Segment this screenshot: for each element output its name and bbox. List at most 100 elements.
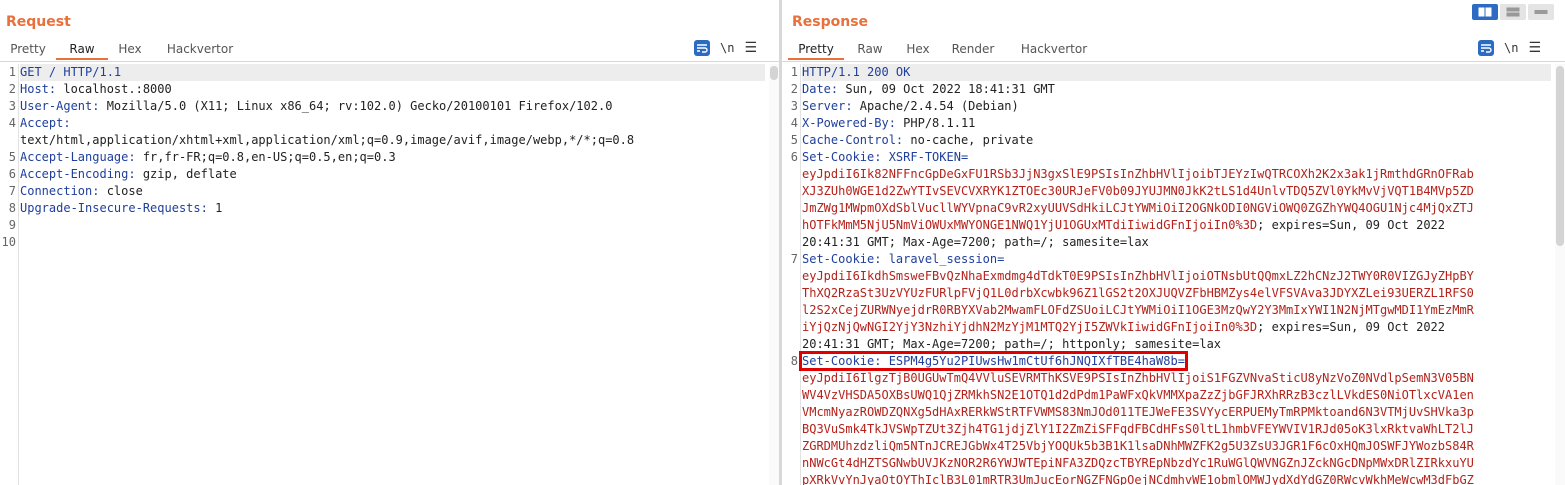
- request-lines: 1 GET / HTTP/1.1 2 Host: localhost.:8000 3 Us…: [2, 64, 765, 251]
- response-scrollbar[interactable]: [1555, 64, 1565, 485]
- code-line[interactable]: 7 Connection: close: [9, 183, 765, 200]
- show-newlines-button[interactable]: \n: [720, 41, 734, 55]
- response-pane: Response Pretty Raw Hex Render Hackvertor \n…: [782, 0, 1565, 485]
- response-title: Response: [792, 14, 869, 30]
- code-line[interactable]: 20:41:31 GMT; Max-Age=7200; path=/; same…: [802, 234, 1551, 251]
- code-line[interactable]: 6 Set-Cookie: XSRF-TOKEN=: [791, 149, 1551, 166]
- code-line[interactable]: VMcmNyazROWDZQNXg5dHAxRERkWStRTFVWMS83Nm…: [802, 404, 1551, 421]
- request-scroll-thumb[interactable]: [770, 66, 778, 80]
- cookie-value: WV4VzVHSDA5OXBsUWQ1QjZRMkhSN2E1OTQ1d2dPd…: [802, 388, 1474, 402]
- code-line[interactable]: text/html,application/xhtml+xml,applicat…: [20, 132, 765, 149]
- cookie-attributes: ; expires=Sun, 09 Oct 2022: [1257, 218, 1445, 232]
- code-line[interactable]: eyJpdiI6IkdhSmsweFBvQzNhaExmdmg4dTdkT0E9…: [802, 268, 1551, 285]
- response-toolbar: \n ☰: [1478, 40, 1541, 56]
- header-value: no-cache, private: [903, 133, 1034, 147]
- code-line[interactable]: 8 Upgrade-Insecure-Requests: 1: [9, 200, 765, 217]
- response-scroll-thumb[interactable]: [1556, 66, 1564, 246]
- header-value: text/html,application/xhtml+xml,applicat…: [20, 133, 635, 147]
- response-editor[interactable]: 1 HTTP/1.1 200 OK 2 Date: Sun, 09 Oct 2022 …: [782, 64, 1551, 485]
- code-line[interactable]: 4 Accept:: [9, 115, 765, 132]
- code-line[interactable]: 5 Accept-Language: fr,fr-FR;q=0.8,en-US;q…: [9, 149, 765, 166]
- code-line[interactable]: 2 Host: localhost.:8000: [9, 81, 765, 98]
- code-line[interactable]: iYjQzNjQwNGI2YjY3NzhiYjdhN2MzYjM1MTQ2YjI…: [802, 319, 1551, 336]
- tab-hex[interactable]: Hex: [896, 40, 940, 60]
- response-lines: 1 HTTP/1.1 200 OK 2 Date: Sun, 09 Oct 2022 …: [791, 64, 1551, 485]
- code-line[interactable]: 1 GET / HTTP/1.1: [9, 64, 765, 81]
- code-line[interactable]: BQ3VuSmk4TkJVSWpTZUt3Zjh4TG1jdjZlY1I2ZmZ…: [802, 421, 1551, 438]
- request-title: Request: [6, 14, 71, 30]
- show-newlines-button[interactable]: \n: [1504, 41, 1518, 55]
- highlighted-cookie-header: Set-Cookie: ESPM4g5Yu2PIUwsHw1mCtUf6hJNQ…: [799, 351, 1188, 371]
- code-line[interactable]: 2 Date: Sun, 09 Oct 2022 18:41:31 GMT: [791, 81, 1551, 98]
- code-line[interactable]: l2S2xCejZURWNyejdrR0RBYXVab2MwamFLOFdZSU…: [802, 302, 1551, 319]
- line-content: iYjQzNjQwNGI2YjY3NzhiYjdhN2MzYjM1MTQ2YjI…: [802, 320, 1445, 334]
- line-content: HTTP/1.1 200 OK: [802, 65, 910, 79]
- cookie-value: VMcmNyazROWDZQNXg5dHAxRERkWStRTFVWMS83Nm…: [802, 405, 1474, 419]
- code-line[interactable]: 4 X-Powered-By: PHP/8.1.11: [791, 115, 1551, 132]
- line-content: Accept-Encoding: gzip, deflate: [20, 167, 237, 181]
- tab-render[interactable]: Render: [940, 40, 1006, 60]
- code-line[interactable]: ZGRDMUhzdzliQm5NTnJCREJGbWx4T25VbjYOQUk5…: [802, 438, 1551, 455]
- header-name: Set-Cookie:: [802, 354, 882, 368]
- line-number: 4: [8, 116, 16, 130]
- line-number: 6: [8, 167, 16, 181]
- line-content: User-Agent: Mozilla/5.0 (X11; Linux x86_…: [20, 99, 612, 113]
- code-line[interactable]: eyJpdiI6IlgzTjB0UGUwTmQ4VVluSEVRMThKSVE9…: [802, 370, 1551, 387]
- line-content: Date: Sun, 09 Oct 2022 18:41:31 GMT: [802, 82, 1055, 96]
- code-line[interactable]: 10: [2, 234, 765, 251]
- line-content: l2S2xCejZURWNyejdrR0RBYXVab2MwamFLOFdZSU…: [802, 303, 1474, 317]
- code-line[interactable]: eyJpdiI6Ik82NFFncGpDeGxFU1RSb3JjN3gxSlE9…: [802, 166, 1551, 183]
- line-content: eyJpdiI6Ik82NFFncGpDeGxFU1RSb3JjN3gxSlE9…: [802, 167, 1474, 181]
- line-content: GET / HTTP/1.1: [20, 65, 121, 79]
- tab-hex[interactable]: Hex: [108, 40, 152, 60]
- line-content: Set-Cookie: XSRF-TOKEN=: [802, 150, 968, 164]
- tab-pretty[interactable]: Pretty: [0, 40, 56, 60]
- code-line[interactable]: 1 HTTP/1.1 200 OK: [791, 64, 1551, 81]
- line-number: 9: [8, 218, 16, 232]
- tab-raw[interactable]: Raw: [56, 40, 108, 60]
- request-tab-divider: [0, 61, 779, 62]
- code-line[interactable]: WV4VzVHSDA5OXBsUWQ1QjZRMkhSN2E1OTQ1d2dPd…: [802, 387, 1551, 404]
- wrap-lines-icon[interactable]: [1478, 40, 1494, 56]
- code-line[interactable]: 3 User-Agent: Mozilla/5.0 (X11; Linux x86…: [9, 98, 765, 115]
- tab-pretty[interactable]: Pretty: [788, 40, 844, 60]
- code-line[interactable]: pXRkVvYnJyaOtOYThIclB3L01mRTR3UmJucEorNG…: [802, 472, 1551, 485]
- code-line[interactable]: JmZWg1MWpmOXdSblVucllWYVpnaC9vR2xyUUVSdH…: [802, 200, 1551, 217]
- code-line[interactable]: 3 Server: Apache/2.4.54 (Debian): [791, 98, 1551, 115]
- code-line[interactable]: 20:41:31 GMT; Max-Age=7200; path=/; http…: [802, 336, 1551, 353]
- code-line[interactable]: hOTFkMmM5NjU5NmViOWUxMWYONGE1NWQ1YjU1OGU…: [802, 217, 1551, 234]
- code-line[interactable]: 6 Accept-Encoding: gzip, deflate: [9, 166, 765, 183]
- code-line[interactable]: 5 Cache-Control: no-cache, private: [791, 132, 1551, 149]
- hamburger-menu-icon[interactable]: ☰: [744, 40, 757, 56]
- code-line[interactable]: ThXQ2RzaSt3UzVYUzFURlpFVjQ1L0drbXcwbk96Z…: [802, 285, 1551, 302]
- line-number: 5: [8, 150, 16, 164]
- header-name: Cache-Control:: [802, 133, 904, 147]
- line-number: 10: [1, 235, 16, 249]
- split-horizontal-icon[interactable]: [1472, 4, 1498, 20]
- code-line[interactable]: 7 Set-Cookie: laravel_session=: [791, 251, 1551, 268]
- cookie-value: pXRkVvYnJyaOtOYThIclB3L01mRTR3UmJucEorNG…: [802, 473, 1474, 485]
- tabs-layout-icon[interactable]: [1528, 4, 1554, 20]
- line-content: hOTFkMmM5NjU5NmViOWUxMWYONGE1NWQ1YjU1OGU…: [802, 218, 1445, 232]
- code-line[interactable]: 9: [9, 217, 765, 234]
- cookie-value: nNWcGt4dHZTSGNwbUVJKzNOR2R6YWJWTEpiNFA3Z…: [802, 456, 1474, 470]
- response-tabs: Pretty Raw Hex Render Hackvertor: [788, 40, 1102, 62]
- line-number: 1: [8, 65, 16, 79]
- split-vertical-icon[interactable]: [1500, 4, 1526, 20]
- cookie-value: eyJpdiI6Ik82NFFncGpDeGxFU1RSb3JjN3gxSlE9…: [802, 167, 1474, 181]
- request-scrollbar[interactable]: [769, 64, 779, 485]
- request-editor[interactable]: 1 GET / HTTP/1.1 2 Host: localhost.:8000 3 Us…: [0, 64, 765, 485]
- response-tab-divider: [782, 61, 1565, 62]
- line-content: Cache-Control: no-cache, private: [802, 133, 1033, 147]
- line-content: Server: Apache/2.4.54 (Debian): [802, 99, 1019, 113]
- code-line[interactable]: 8 Set-Cookie: ESPM4g5Yu2PIUwsHw1mCtUf6hJN…: [791, 351, 1551, 371]
- line-content: VMcmNyazROWDZQNXg5dHAxRERkWStRTFVWMS83Nm…: [802, 405, 1474, 419]
- wrap-lines-icon[interactable]: [694, 40, 710, 56]
- tab-hackvertor[interactable]: Hackvertor: [152, 40, 248, 60]
- hamburger-menu-icon[interactable]: ☰: [1528, 40, 1541, 56]
- code-line[interactable]: XJ3ZUh0WGE1d2ZwYTIvSEVCVXRYK1ZTOEc30URJe…: [802, 183, 1551, 200]
- code-line[interactable]: nNWcGt4dHZTSGNwbUVJKzNOR2R6YWJWTEpiNFA3Z…: [802, 455, 1551, 472]
- header-name: Set-Cookie:: [802, 252, 882, 266]
- tab-hackvertor[interactable]: Hackvertor: [1006, 40, 1102, 60]
- tab-raw[interactable]: Raw: [844, 40, 896, 60]
